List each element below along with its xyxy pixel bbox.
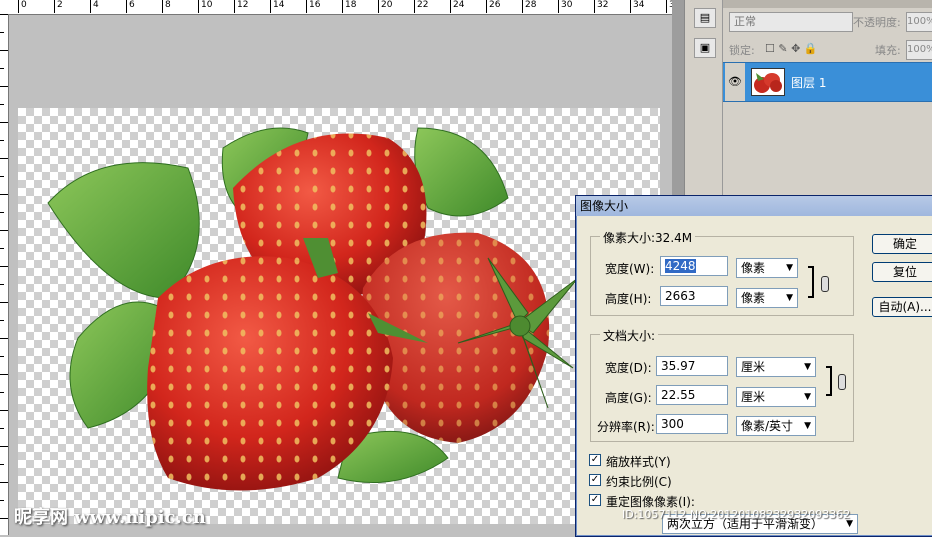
ruler-tick	[0, 500, 4, 501]
resolution-input[interactable]: 300	[656, 414, 728, 434]
ok-button[interactable]: 确定	[872, 234, 932, 254]
ruler-tick	[0, 464, 4, 465]
pixel-width-label: 宽度(W):	[605, 262, 655, 276]
pixel-height-label: 高度(H):	[605, 292, 652, 306]
pixel-width-input[interactable]: 4248	[660, 256, 728, 276]
chain-link-icon	[821, 276, 829, 292]
ruler-tick	[0, 158, 8, 159]
reset-button[interactable]: 复位	[872, 262, 932, 282]
layer-row[interactable]: 👁 图层 1	[723, 62, 932, 102]
layers-panel-tabs[interactable]	[723, 0, 932, 8]
ruler-tick	[0, 212, 4, 213]
pixel-dimensions-label: 像素大小:32.4M	[600, 229, 696, 246]
ruler-tick-label: 10	[198, 0, 212, 13]
lock-label: 锁定:	[729, 44, 755, 57]
ruler-tick	[0, 320, 4, 321]
ruler-tick-label: 16	[306, 0, 320, 13]
doc-width-input[interactable]: 35.97	[656, 356, 728, 376]
ruler-tick-label: 24	[450, 0, 464, 13]
ruler-tick	[0, 338, 8, 339]
pixel-constrain-bracket	[808, 266, 814, 298]
ruler-tick	[0, 392, 4, 393]
doc-constrain-bracket	[826, 366, 832, 396]
lock-icons[interactable]: ☐ ✎ ✥ 🔒	[765, 42, 817, 55]
ruler-tick-label: 32	[594, 0, 608, 13]
ruler-tick-label: 18	[342, 0, 356, 13]
fill-label: 填充:	[875, 44, 901, 57]
doc-height-input[interactable]: 22.55	[656, 385, 728, 405]
ruler-tick	[0, 356, 4, 357]
doc-width-label: 宽度(D):	[605, 361, 652, 375]
ruler-tick-label: 0	[18, 0, 27, 13]
ruler-tick	[0, 284, 4, 285]
ruler-tick-label: 26	[486, 0, 500, 13]
scale-styles-label: 缩放样式(Y)	[606, 455, 671, 469]
ruler-tick-label: 20	[378, 0, 392, 13]
chain-link-icon	[838, 374, 846, 390]
ruler-tick-label: 2	[54, 0, 63, 13]
layer-name[interactable]: 图层 1	[791, 74, 826, 91]
constrain-proportions-checkbox[interactable]: ✓	[589, 474, 601, 486]
horizontal-ruler: 024681012141618202224262830323436	[0, 0, 672, 15]
layer-thumbnail	[751, 68, 785, 96]
auto-button[interactable]: 自动(A)...	[872, 297, 932, 317]
resample-image-checkbox[interactable]: ✓	[589, 494, 601, 506]
doc-height-label: 高度(G):	[605, 391, 652, 405]
ruler-tick	[0, 50, 8, 51]
ruler-tick-label: 14	[270, 0, 284, 13]
doc-width-unit-select[interactable]: 厘米 ▼	[736, 357, 816, 377]
ruler-tick	[0, 14, 8, 15]
ruler-tick	[0, 410, 8, 411]
opacity-label: 不透明度:	[853, 16, 901, 29]
resolution-label: 分辨率(R):	[597, 420, 655, 434]
ruler-tick	[0, 122, 8, 123]
ruler-tick	[0, 230, 8, 231]
ruler-tick	[0, 68, 4, 69]
ruler-tick	[0, 32, 4, 33]
ruler-tick-label: 6	[126, 0, 135, 13]
scale-styles-checkbox[interactable]: ✓	[589, 454, 601, 466]
ruler-tick-label: 34	[630, 0, 644, 13]
constrain-proportions-label: 约束比例(C)	[606, 475, 672, 489]
ruler-tick	[0, 140, 4, 141]
opacity-field[interactable]: 100%	[906, 12, 932, 32]
image-size-dialog: 图像大小 像素大小:32.4M 宽度(W): 4248 像素 ▼ 高度(H): 2…	[575, 195, 932, 537]
pixel-height-unit-select[interactable]: 像素 ▼	[736, 288, 798, 308]
document-size-label: 文档大小:	[600, 327, 659, 344]
ruler-tick	[0, 428, 4, 429]
watermark-id: ID:1057112 NO:20120108232932093362	[622, 508, 851, 521]
ruler-tick	[0, 374, 8, 375]
resolution-unit-select[interactable]: 像素/英寸 ▼	[736, 416, 816, 436]
ruler-tick-label: 12	[234, 0, 248, 13]
ruler-tick-label: 22	[414, 0, 428, 13]
document-canvas[interactable]	[18, 108, 660, 524]
fill-field[interactable]: 100%	[906, 40, 932, 60]
ruler-tick-label: 30	[558, 0, 572, 13]
ruler-tick	[0, 86, 8, 87]
ruler-tick	[0, 266, 8, 267]
pixel-height-input[interactable]: 2663	[660, 286, 728, 306]
eye-icon[interactable]: 👁	[725, 63, 745, 101]
ruler-tick	[0, 194, 8, 195]
ruler-tick-label: 28	[522, 0, 536, 13]
ruler-tick-label: 4	[90, 0, 99, 13]
doc-height-unit-select[interactable]: 厘米 ▼	[736, 387, 816, 407]
history-panel-icon[interactable]: ▤	[694, 8, 716, 28]
canvas-scroll-gap	[672, 0, 684, 200]
blend-mode-select[interactable]: 正常	[729, 12, 853, 32]
strawberry-image	[47, 127, 579, 491]
watermark-logo: 昵享网 www.nipic.cn	[14, 507, 206, 528]
ruler-tick-label: 8	[162, 0, 171, 13]
ruler-tick	[0, 176, 4, 177]
dialog-title[interactable]: 图像大小	[576, 196, 932, 216]
ruler-tick	[0, 302, 8, 303]
ruler-tick	[0, 482, 8, 483]
ruler-tick	[0, 104, 4, 105]
ruler-tick	[0, 446, 8, 447]
ruler-tick	[0, 248, 4, 249]
pixel-width-unit-select[interactable]: 像素 ▼	[736, 258, 798, 278]
ruler-tick	[0, 518, 8, 519]
vertical-ruler	[0, 14, 9, 535]
layer-comps-icon[interactable]: ▣	[694, 38, 716, 58]
